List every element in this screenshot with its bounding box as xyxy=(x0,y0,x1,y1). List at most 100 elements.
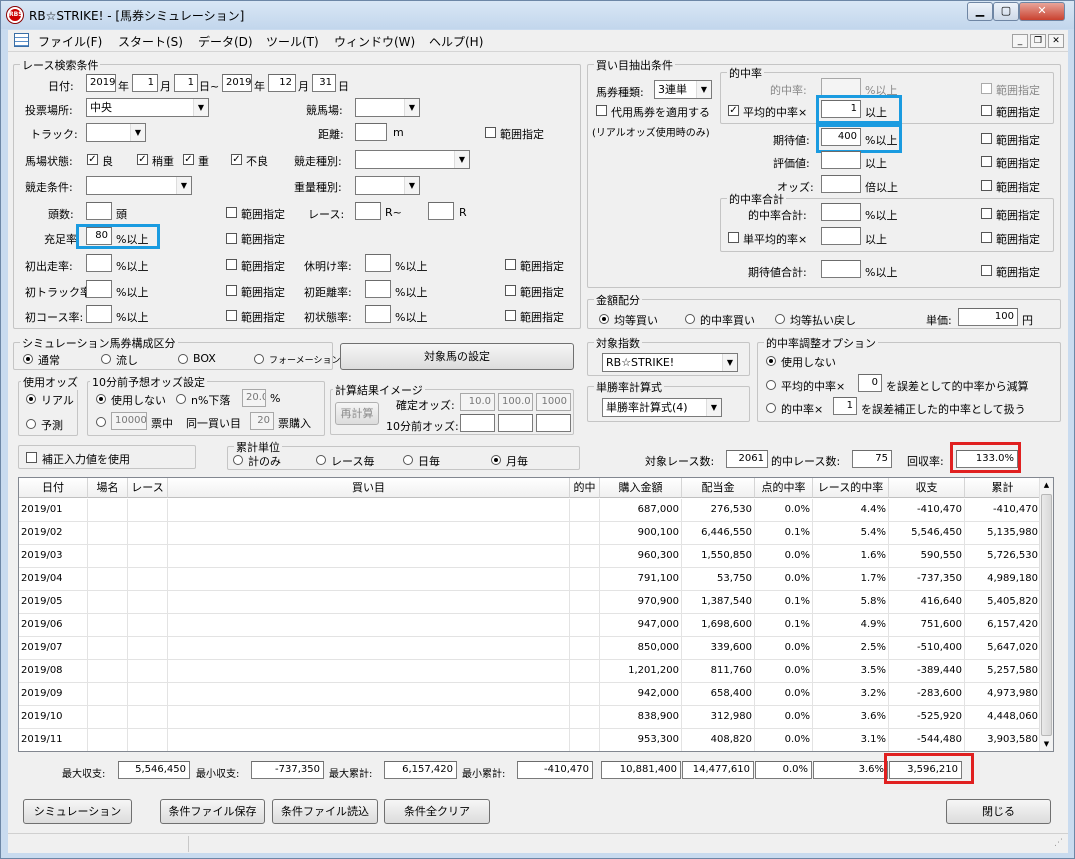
adjust-none-radio[interactable] xyxy=(766,356,776,366)
maximize-button[interactable]: ▢ xyxy=(993,2,1019,21)
col-header-race[interactable]: レース xyxy=(128,478,168,498)
money-hit-radio[interactable] xyxy=(685,314,695,324)
first-dist-range-checkbox[interactable] xyxy=(505,285,516,296)
simulate-button[interactable]: シミュレーション xyxy=(23,799,132,824)
first-track-input[interactable] xyxy=(86,280,112,298)
col-header-buy-amount[interactable]: 購入金額 xyxy=(600,478,682,498)
rest-range-checkbox[interactable] xyxy=(505,259,516,270)
heads-range-checkbox[interactable] xyxy=(226,207,237,218)
hit-total-input[interactable] xyxy=(821,203,861,221)
avg-hit-range-checkbox[interactable] xyxy=(981,105,992,116)
table-row[interactable]: 2019/02 900,100 6,446,550 0.1% 5.4% 5,546,450… xyxy=(19,522,1041,545)
close-button[interactable]: 閉じる xyxy=(946,799,1051,824)
results-table[interactable]: 日付 場名 レース 買い目 的中 購入金額 配当金 点的中率 レース的中率 収支 累計 2019/0… xyxy=(18,477,1054,752)
mdi-close-button[interactable]: ✕ xyxy=(1048,34,1064,48)
expect-range-checkbox[interactable] xyxy=(981,133,992,144)
agg-month-radio[interactable] xyxy=(491,455,501,465)
pre-odds-votes-input[interactable]: 10000 xyxy=(111,412,147,430)
track-combo[interactable]: ▼ xyxy=(86,123,146,142)
odds-real-radio[interactable] xyxy=(26,394,36,404)
col-header-income[interactable]: 収支 xyxy=(889,478,965,498)
odds-range-checkbox[interactable] xyxy=(981,180,992,191)
first-course-range-checkbox[interactable] xyxy=(226,310,237,321)
col-header-payout[interactable]: 配当金 xyxy=(682,478,755,498)
odds-input[interactable] xyxy=(821,175,861,193)
course-combo[interactable]: ▼ xyxy=(355,98,420,117)
pre-odds-drop-input[interactable]: 20.0 xyxy=(242,389,266,407)
hit-rate-input[interactable] xyxy=(821,78,861,96)
pre-odds-same-input[interactable]: 20 xyxy=(250,412,274,430)
sim-formation-radio[interactable] xyxy=(254,354,264,364)
col-header-date[interactable]: 日付 xyxy=(19,478,88,498)
adjust-avg-radio[interactable] xyxy=(766,380,776,390)
resize-grip-icon[interactable]: ⋰ xyxy=(1054,838,1063,848)
agg-total-radio[interactable] xyxy=(233,455,243,465)
sim-box-radio[interactable] xyxy=(178,354,188,364)
condition-good-checkbox[interactable]: ✓ xyxy=(87,154,98,165)
menu-file[interactable]: ファイル(F) xyxy=(38,33,102,50)
mdi-restore-button[interactable]: ❐ xyxy=(1030,34,1046,48)
title-bar[interactable]: RBS RB☆STRIKE! - [馬券シミュレーション] ▁ ▢ ✕ xyxy=(1,1,1074,29)
rest-input[interactable] xyxy=(365,254,391,272)
col-header-point-hit-rate[interactable]: 点的中率 xyxy=(755,478,813,498)
first-track-range-checkbox[interactable] xyxy=(226,285,237,296)
expect-total-input[interactable] xyxy=(821,260,861,278)
load-conditions-button[interactable]: 条件ファイル読込 xyxy=(272,799,378,824)
single-avg-range-checkbox[interactable] xyxy=(981,232,992,243)
proxy-ticket-checkbox[interactable] xyxy=(596,105,607,116)
win-formula-combo[interactable]: 単勝率計算式(4) ▼ xyxy=(602,398,722,417)
heads-input[interactable] xyxy=(86,202,112,220)
ticket-type-combo[interactable]: 3連単 ▼ xyxy=(654,80,712,99)
scrollbar[interactable]: ▲ ▼ xyxy=(1039,478,1053,751)
race-to-input[interactable] xyxy=(428,202,454,220)
first-run-input[interactable] xyxy=(86,254,112,272)
sim-nagashi-radio[interactable] xyxy=(101,354,111,364)
money-equal-radio[interactable] xyxy=(599,314,609,324)
date-from-month[interactable]: 1 xyxy=(132,74,158,92)
eval-input[interactable] xyxy=(821,151,861,169)
first-dist-input[interactable] xyxy=(365,280,391,298)
recalc-button[interactable]: 再計算 xyxy=(335,402,379,425)
pre-odds-drop-radio[interactable] xyxy=(176,394,186,404)
table-row[interactable]: 2019/04 791,100 53,750 0.0% 1.7% -737,350 4,98… xyxy=(19,568,1041,591)
scroll-thumb[interactable] xyxy=(1041,494,1052,736)
menu-data[interactable]: データ(D) xyxy=(198,33,253,50)
distance-range-checkbox[interactable] xyxy=(485,127,496,138)
fill-range-checkbox[interactable] xyxy=(226,233,237,244)
col-header-race-hit-rate[interactable]: レース的中率 xyxy=(813,478,889,498)
avg-hit-checkbox[interactable]: ✓ xyxy=(728,105,739,116)
hit-total-range-checkbox[interactable] xyxy=(981,208,992,219)
menu-window[interactable]: ウィンドウ(W) xyxy=(334,33,415,50)
single-avg-input[interactable] xyxy=(821,227,861,245)
save-conditions-button[interactable]: 条件ファイル保存 xyxy=(160,799,265,824)
first-run-range-checkbox[interactable] xyxy=(226,259,237,270)
expect-total-range-checkbox[interactable] xyxy=(981,265,992,276)
menu-help[interactable]: ヘルプ(H) xyxy=(429,33,483,50)
condition-heavy-checkbox[interactable]: ✓ xyxy=(183,154,194,165)
single-avg-checkbox[interactable] xyxy=(728,232,739,243)
table-row[interactable]: 2019/10 838,900 312,980 0.0% 3.6% -525,920 4,4… xyxy=(19,706,1041,729)
pre-odds-none-radio[interactable] xyxy=(96,394,106,404)
race-cond-combo[interactable]: ▼ xyxy=(86,176,192,195)
col-header-total[interactable]: 累計 xyxy=(965,478,1041,498)
table-row[interactable]: 2019/11 953,300 408,820 0.0% 3.1% -544,480 3,9… xyxy=(19,729,1041,751)
race-from-input[interactable] xyxy=(355,202,381,220)
hit-range-checkbox[interactable] xyxy=(981,83,992,94)
target-index-combo[interactable]: RB☆STRIKE! ▼ xyxy=(602,353,738,372)
odds-predict-radio[interactable] xyxy=(26,419,36,429)
eval-range-checkbox[interactable] xyxy=(981,156,992,167)
correction-checkbox[interactable] xyxy=(26,452,37,463)
target-horse-button[interactable]: 対象馬の設定 xyxy=(340,343,574,370)
adjust-hit-radio[interactable] xyxy=(766,403,776,413)
table-row[interactable]: 2019/07 850,000 339,600 0.0% 2.5% -510,400 5,6… xyxy=(19,637,1041,660)
table-row[interactable]: 2019/06 947,000 1,698,600 0.1% 4.9% 751,600 6,… xyxy=(19,614,1041,637)
col-header-buy[interactable]: 買い目 xyxy=(168,478,570,498)
menu-tool[interactable]: ツール(T) xyxy=(266,33,319,50)
table-row[interactable]: 2019/09 942,000 658,400 0.0% 3.2% -283,600 4,9… xyxy=(19,683,1041,706)
date-to-year[interactable]: 2019 xyxy=(222,74,252,92)
mdi-minimize-button[interactable]: _ xyxy=(1012,34,1028,48)
adjust-hit-input[interactable]: 1 xyxy=(833,397,857,415)
weight-combo[interactable]: ▼ xyxy=(355,176,420,195)
agg-day-radio[interactable] xyxy=(403,455,413,465)
table-row[interactable]: 2019/01 687,000 276,530 0.0% 4.4% -410,470 -41… xyxy=(19,499,1041,522)
